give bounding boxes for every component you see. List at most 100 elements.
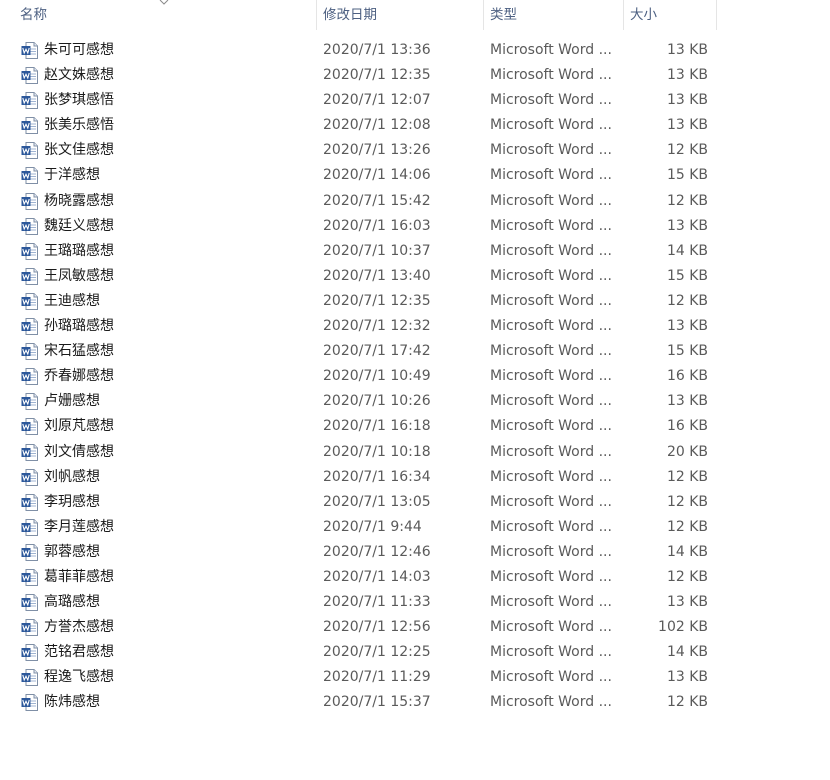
file-row[interactable]: 程逸飞感想 2020/7/1 11:29 Microsoft Word ... 13 … [0, 665, 717, 690]
file-row[interactable]: 刘文倩感想 2020/7/1 10:18 Microsoft Word ... 20 … [0, 440, 717, 465]
word-document-icon [21, 42, 38, 59]
file-modified-date: 2020/7/1 11:29 [323, 669, 431, 686]
word-document-icon [21, 619, 38, 637]
file-size: 14 KB [666, 543, 708, 560]
word-document-icon [21, 644, 38, 662]
file-row[interactable]: 李月莲感想 2020/7/1 9:44 Microsoft Word ... 12 K… [0, 515, 717, 540]
file-size: 13 KB [666, 42, 708, 58]
file-type: Microsoft Word ... [490, 644, 612, 661]
file-row[interactable]: 魏廷义感想 2020/7/1 16:03 Microsoft Word ... 13 … [0, 214, 717, 239]
file-row[interactable]: 张文佳感想 2020/7/1 13:26 Microsoft Word ... 12 … [0, 138, 717, 163]
file-explorer-details-view: 名称 修改日期 类型 大小 朱可可感想 2020/7/1 13:36 Microso… [0, 0, 830, 780]
file-row[interactable]: 乔春娜感想 2020/7/1 10:49 Microsoft Word ... 16 … [0, 364, 717, 389]
column-header-name[interactable]: 名称 [0, 0, 316, 30]
file-size: 12 KB [666, 142, 708, 159]
word-document-icon [21, 117, 38, 135]
file-row[interactable]: 张美乐感悟 2020/7/1 12:08 Microsoft Word ... 13 … [0, 113, 717, 138]
file-row[interactable]: 宋石猛感想 2020/7/1 17:42 Microsoft Word ... 15 … [0, 339, 717, 364]
file-modified-date: 2020/7/1 12:25 [323, 644, 431, 661]
file-type: Microsoft Word ... [490, 117, 612, 134]
file-name: 王凤敏感想 [44, 267, 114, 284]
file-row[interactable]: 葛菲菲感想 2020/7/1 14:03 Microsoft Word ... 12 … [0, 565, 717, 590]
file-size: 13 KB [666, 67, 708, 84]
file-modified-date: 2020/7/1 14:06 [323, 167, 431, 184]
file-list: 朱可可感想 2020/7/1 13:36 Microsoft Word ... 13 … [0, 38, 717, 716]
file-name: 陈炜感想 [44, 694, 100, 711]
file-row[interactable]: 范铭君感想 2020/7/1 12:25 Microsoft Word ... 14 … [0, 640, 717, 665]
file-modified-date: 2020/7/1 12:35 [323, 292, 431, 309]
file-name: 于洋感想 [44, 167, 100, 184]
file-row[interactable]: 张梦琪感悟 2020/7/1 12:07 Microsoft Word ... 13 … [0, 88, 717, 113]
file-row[interactable]: 孙璐璐感想 2020/7/1 12:32 Microsoft Word ... 13 … [0, 314, 717, 339]
file-type: Microsoft Word ... [490, 694, 612, 711]
file-row[interactable]: 刘帆感想 2020/7/1 16:34 Microsoft Word ... 12 K… [0, 465, 717, 490]
file-modified-date: 2020/7/1 13:05 [323, 493, 431, 510]
file-name: 葛菲菲感想 [44, 568, 114, 585]
file-type: Microsoft Word ... [490, 418, 612, 435]
file-row[interactable]: 高璐感想 2020/7/1 11:33 Microsoft Word ... 13 K… [0, 590, 717, 615]
file-row[interactable]: 方誉杰感想 2020/7/1 12:56 Microsoft Word ... 102… [0, 615, 717, 640]
file-modified-date: 2020/7/1 11:33 [323, 594, 431, 611]
file-modified-date: 2020/7/1 12:35 [323, 67, 431, 84]
file-type: Microsoft Word ... [490, 92, 612, 109]
file-type: Microsoft Word ... [490, 192, 612, 209]
file-size: 20 KB [666, 443, 708, 460]
file-modified-date: 2020/7/1 10:49 [323, 368, 431, 385]
file-row[interactable]: 王璐璐感想 2020/7/1 10:37 Microsoft Word ... 14 … [0, 239, 717, 264]
file-type: Microsoft Word ... [490, 167, 612, 184]
file-name: 刘帆感想 [44, 468, 100, 485]
file-modified-date: 2020/7/1 15:37 [323, 694, 431, 711]
file-name: 赵文姝感想 [44, 67, 114, 84]
word-document-icon [21, 318, 38, 336]
word-document-icon [21, 192, 38, 210]
file-type: Microsoft Word ... [490, 67, 612, 84]
file-row[interactable]: 郭蓉感想 2020/7/1 12:46 Microsoft Word ... 14 K… [0, 540, 717, 565]
file-modified-date: 2020/7/1 12:46 [323, 543, 431, 560]
column-header-date[interactable]: 修改日期 [316, 0, 483, 30]
word-document-icon [21, 443, 38, 461]
column-divider[interactable] [716, 0, 717, 30]
file-type: Microsoft Word ... [490, 217, 612, 234]
file-row[interactable]: 杨晓露感想 2020/7/1 15:42 Microsoft Word ... 12 … [0, 189, 717, 214]
file-size: 13 KB [666, 117, 708, 134]
file-row[interactable]: 卢姗感想 2020/7/1 10:26 Microsoft Word ... 13 K… [0, 389, 717, 414]
file-modified-date: 2020/7/1 10:26 [323, 393, 431, 410]
word-document-icon [21, 594, 38, 612]
word-document-icon [21, 418, 38, 436]
file-type: Microsoft Word ... [490, 368, 612, 385]
file-modified-date: 2020/7/1 9:44 [323, 518, 422, 535]
file-type: Microsoft Word ... [490, 443, 612, 460]
file-name: 张美乐感悟 [44, 117, 114, 134]
file-row[interactable]: 陈炜感想 2020/7/1 15:37 Microsoft Word ... 12 K… [0, 690, 717, 715]
word-document-icon [21, 267, 38, 285]
file-name: 刘原芃感想 [44, 418, 114, 435]
file-size: 14 KB [666, 644, 708, 661]
file-name: 魏廷义感想 [44, 217, 114, 234]
file-type: Microsoft Word ... [490, 543, 612, 560]
file-row[interactable]: 赵文姝感想 2020/7/1 12:35 Microsoft Word ... 13 … [0, 63, 717, 88]
file-size: 12 KB [666, 292, 708, 309]
file-row[interactable]: 于洋感想 2020/7/1 14:06 Microsoft Word ... 15 K… [0, 163, 717, 188]
file-type: Microsoft Word ... [490, 343, 612, 360]
word-document-icon [21, 343, 38, 361]
file-name: 郭蓉感想 [44, 543, 100, 560]
column-header-size[interactable]: 大小 [623, 0, 717, 30]
file-modified-date: 2020/7/1 12:08 [323, 117, 431, 134]
file-type: Microsoft Word ... [490, 568, 612, 585]
column-header-type[interactable]: 类型 [483, 0, 623, 30]
file-modified-date: 2020/7/1 10:18 [323, 443, 431, 460]
file-name: 范铭君感想 [44, 644, 114, 661]
word-document-icon [21, 292, 38, 310]
file-row[interactable]: 刘原芃感想 2020/7/1 16:18 Microsoft Word ... 16 … [0, 414, 717, 439]
word-document-icon [21, 67, 38, 85]
file-size: 15 KB [666, 167, 708, 184]
file-row[interactable]: 朱可可感想 2020/7/1 13:36 Microsoft Word ... 13 … [0, 38, 717, 63]
file-size: 13 KB [666, 393, 708, 410]
word-document-icon [21, 669, 38, 687]
file-row[interactable]: 王凤敏感想 2020/7/1 13:40 Microsoft Word ... 15 … [0, 264, 717, 289]
file-row[interactable]: 王迪感想 2020/7/1 12:35 Microsoft Word ... 12 K… [0, 289, 717, 314]
word-document-icon [21, 518, 38, 536]
file-size: 102 KB [658, 619, 708, 636]
word-document-icon [21, 368, 38, 386]
file-row[interactable]: 李玥感想 2020/7/1 13:05 Microsoft Word ... 12 K… [0, 490, 717, 515]
